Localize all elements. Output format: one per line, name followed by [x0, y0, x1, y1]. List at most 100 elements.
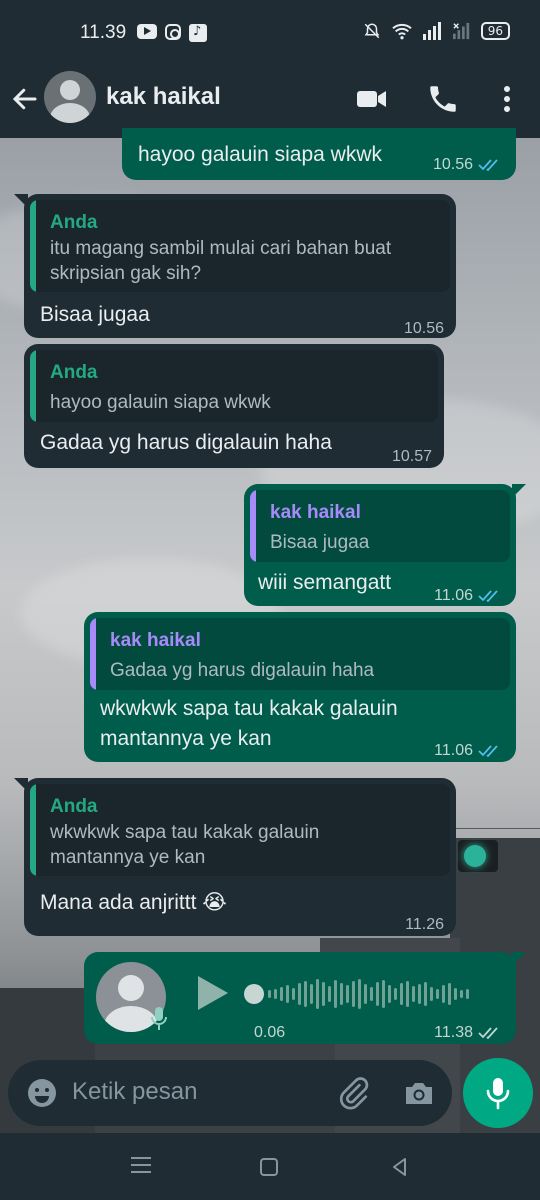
double-check-read-icon [478, 745, 498, 758]
waveform-bar [346, 985, 349, 1003]
play-icon[interactable] [198, 976, 228, 1010]
waveform-bar [442, 985, 445, 1003]
quote-text: Bisaa jugaa [270, 532, 370, 553]
quoted-reply[interactable]: Anda itu magang sambil mulai cari bahan … [30, 200, 450, 292]
double-check-read-icon [478, 590, 498, 603]
double-check-read-icon [478, 159, 498, 172]
quote-author: Anda [50, 796, 98, 817]
waveform-bar [406, 981, 409, 1007]
message-time: 11.06 [434, 587, 473, 604]
message-bubble-incoming[interactable]: Anda hayoo galauin siapa wkwk Gadaa yg h… [24, 344, 444, 468]
message-text: Mana ada anjrittt 😭 [40, 891, 227, 914]
playback-thumb[interactable] [244, 984, 264, 1004]
waveform-bar [424, 982, 427, 1006]
youtube-icon [137, 24, 157, 39]
mic-icon [151, 1007, 167, 1030]
contact-avatar[interactable] [44, 71, 96, 123]
waveform-bar [292, 988, 295, 1000]
waveform-bar [268, 990, 271, 998]
wifi-icon [392, 23, 412, 40]
more-vert-icon[interactable] [490, 82, 524, 116]
waveform-bar [388, 985, 391, 1003]
message-text: hayoo galauin siapa wkwk [138, 143, 382, 166]
waveform-bar [298, 983, 301, 1005]
waveform-bar [358, 979, 361, 1009]
waveform-bar [340, 983, 343, 1005]
back-arrow-icon[interactable] [10, 84, 40, 114]
nav-back-icon[interactable] [390, 1157, 410, 1177]
signal-icon [422, 22, 441, 40]
waveform-bar [418, 984, 421, 1004]
quote-author: Anda [50, 362, 98, 383]
message-bubble-incoming[interactable]: Anda wkwkwk sapa tau kakak galauin manta… [14, 778, 456, 936]
waveform-bar [274, 989, 277, 999]
message-text: wiii semangatt [258, 571, 392, 594]
message-time: 11.26 [405, 916, 444, 933]
waveform-bar [280, 987, 283, 1001]
voice-duration: 0.06 [254, 1024, 286, 1041]
waveform-bar [316, 979, 319, 1009]
mic-icon [486, 1078, 510, 1110]
waveform-bar [328, 986, 331, 1002]
waveform-bar [286, 985, 289, 1003]
voice-call-icon[interactable] [426, 82, 460, 116]
quote-text: itu magang sambil mulai cari bahan buat … [50, 238, 392, 284]
audio-waveform[interactable] [268, 974, 469, 1014]
waveform-bar [394, 988, 397, 1000]
double-check-icon [478, 1027, 498, 1040]
waveform-bar [448, 983, 451, 1005]
message-time: 11.38 [434, 1024, 473, 1041]
message-composer[interactable]: Ketik pesan [8, 1060, 452, 1126]
quoted-reply[interactable]: Anda wkwkwk sapa tau kakak galauin manta… [30, 784, 450, 876]
bell-mute-icon [364, 23, 380, 39]
waveform-bar [370, 987, 373, 1001]
signal-x-icon [452, 22, 469, 40]
message-text: Bisaa jugaa [40, 303, 150, 326]
message-input[interactable]: Ketik pesan [72, 1078, 197, 1106]
message-text: wkwkwk sapa tau kakak galauin mantannya … [100, 697, 398, 750]
tiktok-icon [189, 24, 207, 42]
message-bubble-outgoing[interactable]: hayoo galauin siapa wkwk 10.56 [122, 128, 516, 180]
attach-icon[interactable] [336, 1076, 370, 1110]
message-time: 10.56 [432, 156, 473, 173]
voice-note-bubble[interactable]: 0.06 11.38 [84, 952, 526, 1044]
waveform-bar [454, 988, 457, 1000]
waveform-bar [364, 984, 367, 1004]
waveform-bar [466, 989, 469, 999]
quote-text: Gadaa yg harus digalauin haha [110, 660, 375, 681]
battery-level: 96 [480, 22, 510, 40]
waveform-bar [352, 981, 355, 1007]
contact-name[interactable]: kak haikal [106, 83, 221, 111]
quote-text: wkwkwk sapa tau kakak galauin mantannya … [50, 822, 320, 868]
quoted-reply[interactable]: kak haikal Gadaa yg harus digalauin haha [90, 618, 510, 690]
camera-icon[interactable] [402, 1076, 436, 1110]
recent-apps-icon[interactable] [131, 1157, 151, 1175]
instagram-icon [165, 24, 181, 40]
message-bubble-outgoing[interactable]: kak haikal Gadaa yg harus digalauin haha… [84, 612, 516, 762]
message-time: 11.06 [434, 742, 473, 759]
message-time: 10.57 [391, 448, 432, 465]
video-call-icon[interactable] [354, 82, 388, 116]
waveform-bar [304, 981, 307, 1007]
quote-author: kak haikal [270, 502, 361, 523]
message-text: Gadaa yg harus digalauin haha [40, 431, 332, 454]
waveform-bar [376, 982, 379, 1006]
message-bubble-outgoing[interactable]: kak haikal Bisaa jugaa wiii semangatt 11… [244, 484, 526, 606]
quote-text: hayoo galauin siapa wkwk [50, 392, 271, 413]
waveform-bar [460, 990, 463, 998]
waveform-bar [436, 989, 439, 999]
quote-author: Anda [50, 212, 98, 233]
quoted-reply[interactable]: Anda hayoo galauin siapa wkwk [30, 350, 438, 422]
waveform-bar [382, 980, 385, 1008]
message-bubble-incoming[interactable]: Anda itu magang sambil mulai cari bahan … [14, 194, 456, 338]
status-time: 11.39 [80, 22, 127, 43]
home-icon[interactable] [260, 1158, 278, 1176]
message-time: 10.56 [403, 320, 444, 337]
status-bar: 11.39 96 [0, 0, 540, 66]
emoji-icon[interactable] [26, 1077, 58, 1109]
waveform-bar [310, 984, 313, 1004]
waveform-bar [412, 986, 415, 1002]
voice-record-button[interactable] [463, 1058, 533, 1128]
quoted-reply[interactable]: kak haikal Bisaa jugaa [250, 490, 510, 562]
system-navigation-bar [0, 1133, 540, 1200]
